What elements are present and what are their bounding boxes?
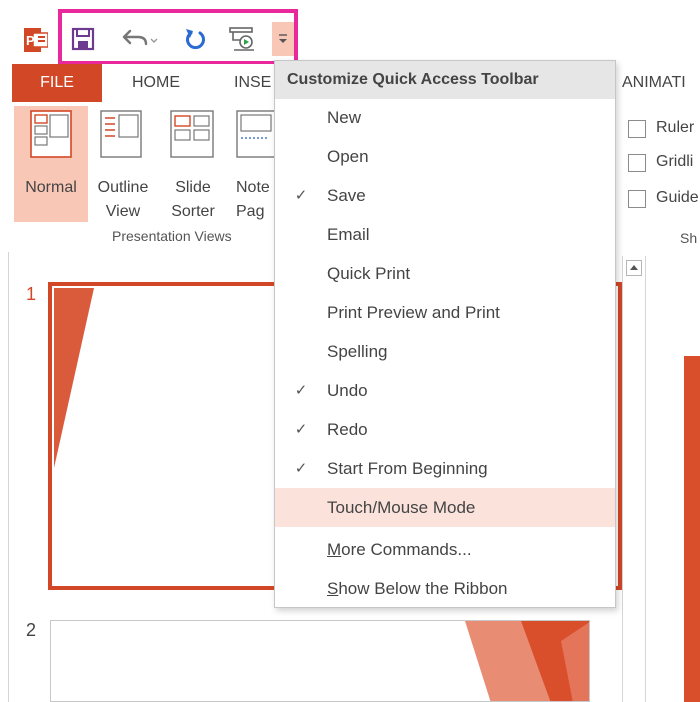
outline-view-icon (100, 110, 142, 158)
menu-item-new[interactable]: New (275, 98, 615, 137)
normal-view-icon (30, 110, 72, 158)
guides-checkbox[interactable] (628, 190, 646, 208)
outline-view-button[interactable]: Outline View (90, 106, 156, 222)
menu-item-start-from-beginning[interactable]: ✓ Start From Beginning (275, 449, 615, 488)
menu-item-open[interactable]: Open (275, 137, 615, 176)
menu-item-label: Print Preview and Print (327, 303, 500, 322)
svg-text:P: P (26, 33, 35, 48)
slide-sorter-icon (170, 110, 214, 158)
checkmark-icon: ✓ (294, 382, 308, 399)
slide-1-accent-shape (54, 288, 94, 468)
menu-item-label: Quick Print (327, 264, 411, 283)
qat-highlight-frame (58, 9, 298, 65)
menu-item-label: Save (327, 186, 366, 205)
menu-item-label: Email (327, 225, 370, 244)
guides-label: Guide (656, 189, 699, 206)
tab-animations[interactable]: ANIMATI (622, 64, 686, 102)
slide-number-2: 2 (26, 620, 37, 640)
menu-item-email[interactable]: Email (275, 215, 615, 254)
panel-left-border (8, 252, 9, 702)
main-slide-edge (684, 356, 700, 702)
outline-view-label: Outline View (97, 179, 149, 220)
menu-item-show-below-ribbon[interactable]: Show Below the Ribbon (275, 569, 615, 608)
ruler-label: Ruler (656, 119, 695, 136)
menu-item-label: New (327, 108, 362, 127)
tab-file[interactable]: FILE (12, 64, 102, 102)
more-commands-label: More Commands... (327, 540, 472, 559)
checkmark-icon: ✓ (294, 187, 308, 204)
checkmark-icon: ✓ (294, 460, 308, 477)
menu-item-label: Open (327, 147, 369, 166)
gridlines-checkbox[interactable] (628, 154, 646, 172)
scroll-up-arrow-icon[interactable] (626, 260, 642, 276)
slide-thumbnail-2[interactable] (50, 620, 590, 702)
show-group-label: Sh (680, 230, 698, 246)
menu-item-label: Redo (327, 420, 368, 439)
slide-number-1: 1 (26, 284, 37, 304)
menu-item-save[interactable]: ✓ Save (275, 176, 615, 215)
menu-item-label: Start From Beginning (327, 459, 488, 478)
normal-view-button[interactable]: Normal (14, 106, 88, 222)
slide-2-accent-shape (465, 621, 589, 701)
menu-item-touch-mouse-mode[interactable]: Touch/Mouse Mode (275, 488, 615, 527)
notes-page-label: Note Pag (236, 179, 270, 220)
menu-item-label: Undo (327, 381, 368, 400)
normal-view-label: Normal (25, 179, 77, 196)
notes-page-button[interactable]: Note Pag (230, 106, 274, 222)
customize-qat-menu: Customize Quick Access Toolbar New Open ✓ S… (274, 60, 616, 608)
menu-item-label: Touch/Mouse Mode (327, 498, 476, 517)
slide-sorter-label: Slide Sorter (171, 179, 215, 220)
presentation-views-group-label: Presentation Views (112, 228, 232, 244)
menu-item-more-commands[interactable]: More Commands... (275, 530, 615, 569)
menu-item-undo[interactable]: ✓ Undo (275, 371, 615, 410)
gridlines-label: Gridli (656, 153, 694, 170)
menu-item-print-preview-and-print[interactable]: Print Preview and Print (275, 293, 615, 332)
menu-item-redo[interactable]: ✓ Redo (275, 410, 615, 449)
menu-header: Customize Quick Access Toolbar (275, 61, 615, 99)
menu-item-label: Spelling (327, 342, 388, 361)
slide-sorter-button[interactable]: Slide Sorter (160, 106, 226, 222)
checkmark-icon: ✓ (294, 421, 308, 438)
ruler-checkbox[interactable] (628, 120, 646, 138)
thumbnail-scrollbar[interactable] (622, 256, 646, 702)
powerpoint-logo-icon[interactable]: P (24, 28, 49, 52)
menu-item-spelling[interactable]: Spelling (275, 332, 615, 371)
show-below-ribbon-label: Show Below the Ribbon (327, 579, 508, 598)
menu-item-quick-print[interactable]: Quick Print (275, 254, 615, 293)
tab-insert[interactable]: INSE (234, 64, 271, 102)
notes-page-icon (236, 110, 274, 158)
tab-home[interactable]: HOME (132, 64, 180, 102)
